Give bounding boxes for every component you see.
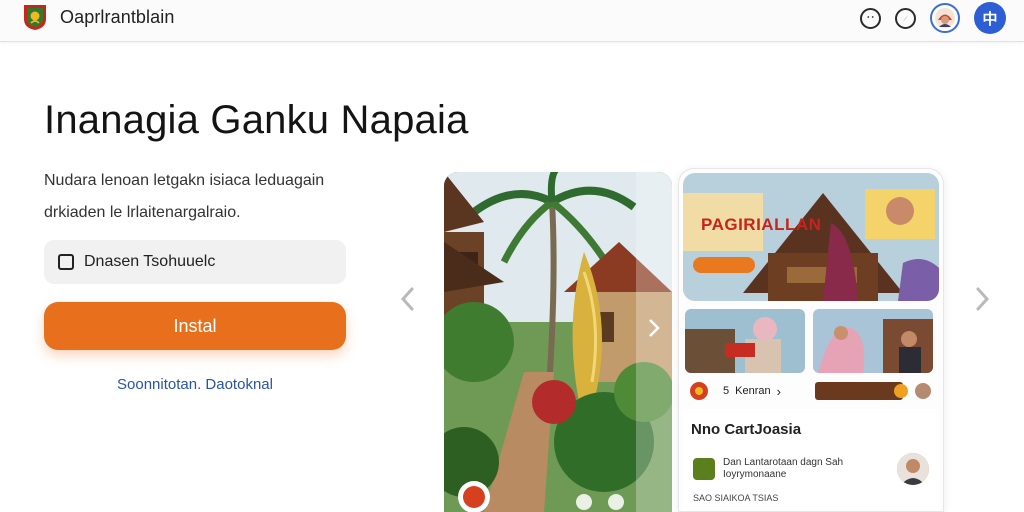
consent-checkbox[interactable]: [58, 254, 74, 270]
profile-glyph: [935, 8, 955, 28]
smile-icon[interactable]: [860, 7, 881, 29]
featured-app-icon: [693, 458, 715, 480]
carousel-prev-icon[interactable]: [398, 285, 418, 313]
thumbnail-b-image: [813, 309, 933, 373]
meta-a-chevron-icon[interactable]: ›: [777, 384, 781, 399]
meta-a-label: Kenran: [735, 385, 771, 397]
compass-glyph: [903, 14, 908, 22]
feed-hero-card: PAGIRIALLAN: [683, 173, 939, 301]
feed-hero-title: PAGIRIALLAN: [701, 215, 822, 234]
preview-screenshot-village: [444, 172, 672, 512]
smile-glyph: [867, 15, 874, 18]
consent-option[interactable]: Dnasen Tsohuuelc: [44, 240, 346, 284]
thumbnail-a-image: [685, 309, 805, 373]
secondary-link[interactable]: Soonnitotan. Daotoknal: [44, 376, 346, 393]
thumbnail-a-meta: 5 Kenran ›: [689, 379, 799, 403]
featured-title: Nno CartJoasia: [691, 421, 802, 438]
feed-hero-image: [683, 173, 939, 301]
featured-avatar: [897, 453, 929, 485]
village-scene-image: [444, 172, 672, 512]
menu-icon[interactable]: 中: [974, 2, 1006, 34]
header-icons: 中: [860, 2, 1006, 34]
menu-glyph: 中: [982, 10, 998, 28]
top-bar: Oaprlrantblain 中: [0, 0, 1024, 42]
profile-icon[interactable]: [930, 3, 960, 33]
app-title: Oaprlrantblain: [60, 7, 175, 27]
consent-label: Dnasen Tsohuuelc: [84, 253, 216, 270]
compass-icon[interactable]: [895, 7, 916, 29]
featured-avatar-image: [897, 453, 929, 485]
install-button[interactable]: Instal: [44, 302, 346, 350]
featured-card[interactable]: Nno CartJoasia Dan Lantarotaan dagn Sah …: [683, 409, 939, 511]
meta-a-count: 5: [723, 385, 730, 397]
feed-hero-pill[interactable]: [693, 257, 755, 273]
feed-thumbnail-b[interactable]: [813, 309, 933, 373]
preview-screenshot-feed: PAGIRIALLAN 5 Kenran › Nno CartJoasia Da…: [678, 168, 944, 512]
featured-subtext: SAO SIAIKOA TSIAS: [693, 493, 779, 503]
meta-a-badge-icon: [690, 382, 708, 400]
feed-thumbnail-a[interactable]: [685, 309, 805, 373]
featured-line-1: Dan Lantarotaan dagn Sah: [723, 457, 844, 468]
featured-line-2: Ioyrymonaane: [723, 469, 787, 480]
description-line-1: Nudara lenoan letgakn isiaca leduagain: [44, 172, 325, 189]
thumbnail-b-meta: [815, 379, 933, 403]
app-logo[interactable]: [22, 3, 48, 31]
page-headline: Inanagia Ganku Napaia: [44, 98, 469, 142]
meta-b-banner-image: [815, 382, 931, 400]
carousel-next-icon[interactable]: [972, 285, 992, 313]
description-line-2: drkiaden le lrlaitenargalraio.: [44, 204, 241, 221]
